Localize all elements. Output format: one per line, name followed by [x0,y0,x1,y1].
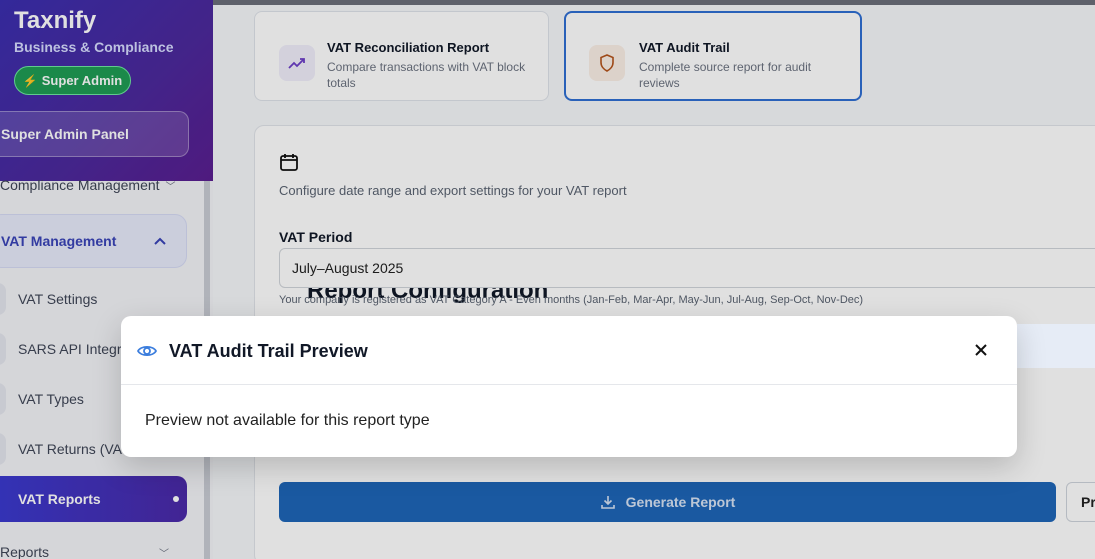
modal-header: VAT Audit Trail Preview [121,316,1017,385]
background-selected-row [1017,324,1095,368]
modal-title: VAT Audit Trail Preview [169,341,368,361]
eye-icon [137,345,157,357]
modal-body-text: Preview not available for this report ty… [145,412,430,429]
preview-modal: VAT Audit Trail Preview Preview not avai… [121,316,1017,457]
modal-backdrop[interactable] [0,0,1095,559]
close-icon[interactable] [971,340,991,360]
